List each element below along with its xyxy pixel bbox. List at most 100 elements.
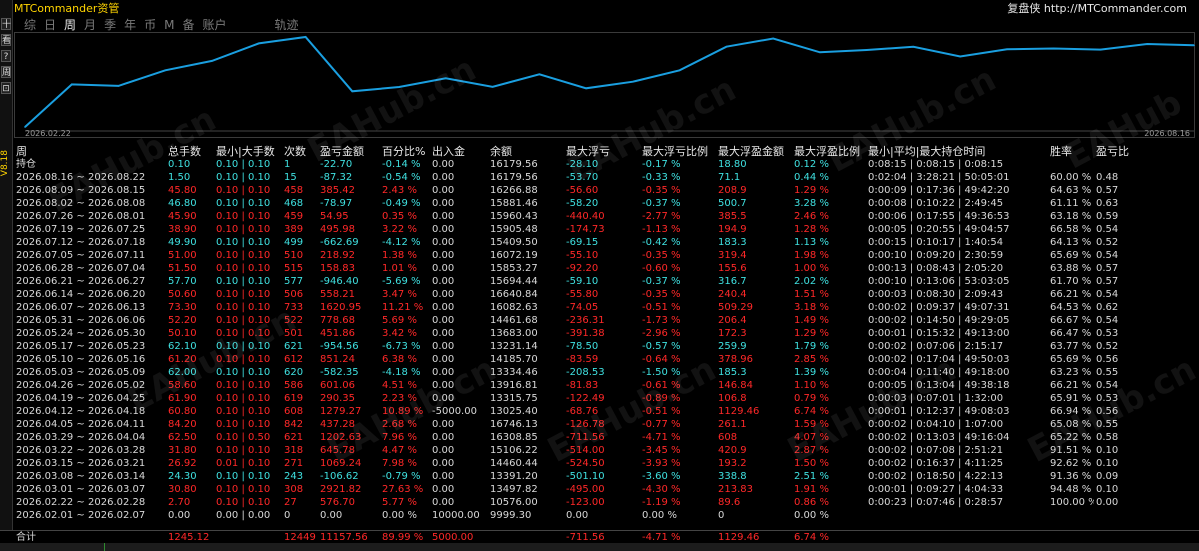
table-cell: 13683.00 [490,328,538,339]
tab-10[interactable]: 轨迹 [275,16,299,33]
table-cell: 61.20 [168,354,197,365]
table-cell: 3.18 % [794,302,829,313]
brand-link[interactable]: 复盘侠 http://MTCommander.com [1007,0,1187,16]
table-row[interactable]: 2026.08.09 ~ 2026.08.15 45.80 0.10 | 0.10 4… [14,184,1195,197]
column-header[interactable]: 周 [14,144,166,158]
crosshair-icon[interactable]: 十 [1,18,11,30]
equity-point [304,36,307,38]
column-header[interactable]: 盈亏金额 [318,144,380,158]
table-cell: 13025.40 [490,406,538,417]
table-row[interactable]: 2026.05.31 ~ 2026.06.06 52.20 0.10 | 0.10 5… [14,314,1195,327]
tab-3[interactable]: 月 [84,16,96,33]
table-cell: 500.7 [718,198,747,209]
column-header[interactable]: 总手数 [166,144,214,158]
tab-6[interactable]: 币 [144,16,156,33]
table-cell: 0.10 | 0.10 [216,354,271,365]
table-row[interactable]: 2026.08.02 ~ 2026.08.08 46.80 0.10 | 0.10 4… [14,197,1195,210]
table-cell: 0:00:05 | 0:20:55 | 49:04:57 [868,224,1010,235]
column-header[interactable]: 最大浮亏比例 [640,144,716,158]
week-icon[interactable]: 周 [1,66,11,78]
table-cell: 51.00 [168,250,197,261]
tab-0[interactable]: 综 [24,16,36,33]
table-cell: 158.83 [320,263,355,274]
table-cell: 1129.46 [718,406,760,417]
table-row[interactable]: 2026.07.12 ~ 2026.07.18 49.90 0.10 | 0.10 4… [14,236,1195,249]
table-cell: 66.47 % [1050,328,1092,339]
tab-4[interactable]: 季 [104,16,116,33]
help-icon[interactable]: ? [1,50,11,62]
table-row[interactable]: 2026.03.29 ~ 2026.04.04 62.50 0.10 | 0.50 6… [14,431,1195,444]
table-row[interactable]: 2026.03.22 ~ 2026.03.28 31.80 0.10 | 0.10 3… [14,444,1195,457]
column-header[interactable]: 最小|平均|最大持仓时间 [866,144,1036,158]
tab-5[interactable]: 年 [124,16,136,33]
column-header[interactable]: 最大浮盈金额 [716,144,792,158]
column-header[interactable]: 次数 [282,144,318,158]
total-row: 合计 1245.12 12449 11157.56 89.99 % 5000.00 -711… [0,530,1199,544]
tab-1[interactable]: 日 [44,16,56,33]
table-cell: 5.69 % [382,315,417,326]
table-row[interactable]: 持仓 0.10 0.10 | 0.10 1 -22.70 -0.14 % 0.00 16179… [14,158,1195,171]
table-cell: 183.3 [718,237,747,248]
table-row[interactable]: 2026.07.05 ~ 2026.07.11 51.00 0.10 | 0.10 5… [14,249,1195,262]
column-header[interactable]: 最大浮盈比例 [792,144,866,158]
table-row[interactable]: 2026.07.26 ~ 2026.08.01 45.90 0.10 | 0.10 4… [14,210,1195,223]
table-row[interactable]: 2026.05.17 ~ 2026.05.23 62.10 0.10 | 0.10 6… [14,340,1195,353]
tab-2[interactable]: 周 [64,16,76,33]
table-cell: 49.90 [168,237,197,248]
status-strip [0,543,1199,551]
table-row[interactable]: 2026.08.16 ~ 2026.08.22 1.50 0.10 | 0.10 15… [14,171,1195,184]
table-row[interactable]: 2026.03.01 ~ 2026.03.07 30.80 0.10 | 0.10 3… [14,483,1195,496]
column-header[interactable]: 最大浮亏 [564,144,640,158]
equity-point [398,86,400,88]
tab-9[interactable]: 账户 [202,16,226,33]
table-cell: -662.69 [320,237,359,248]
table-row[interactable]: 2026.02.22 ~ 2026.02.28 2.70 0.10 | 0.10 27… [14,496,1195,509]
table-cell [1048,509,1094,522]
table-row[interactable]: 2026.03.15 ~ 2026.03.21 26.92 0.01 | 0.10 2… [14,457,1195,470]
column-header[interactable]: 百分比% [380,144,430,158]
table-row[interactable]: 2026.06.21 ~ 2026.06.27 57.70 0.10 | 0.10 5… [14,275,1195,288]
table-row[interactable]: 2026.06.14 ~ 2026.06.20 50.60 0.10 | 0.10 5… [14,288,1195,301]
table-row[interactable]: 2026.05.03 ~ 2026.05.09 62.00 0.10 | 0.10 6… [14,366,1195,379]
table-cell: 10.89 % [382,406,424,417]
table-cell: 45.80 [168,185,197,196]
window-icon[interactable]: ⊡ [1,82,11,94]
table-row[interactable]: 2026.06.28 ~ 2026.07.04 51.50 0.10 | 0.10 5… [14,262,1195,275]
view-icon[interactable]: 看 [1,34,11,46]
table-row[interactable]: 2026.04.05 ~ 2026.04.11 84.20 0.10 | 0.10 8… [14,418,1195,431]
table-cell: 2026.05.03 ~ 2026.05.09 [16,367,146,378]
table-row[interactable]: 2026.05.24 ~ 2026.05.30 50.10 0.10 | 0.10 5… [14,327,1195,340]
table-cell: 0.00 | 0.00 [216,510,271,521]
table-cell [1036,314,1048,327]
table-row[interactable]: 2026.04.19 ~ 2026.04.25 61.90 0.10 | 0.10 6… [14,392,1195,405]
table-row[interactable]: 2026.04.26 ~ 2026.05.02 58.60 0.10 | 0.10 5… [14,379,1195,392]
table-cell: 2026.03.01 ~ 2026.03.07 [16,484,146,495]
tab-8[interactable]: 备 [182,16,194,33]
column-header[interactable]: 余额 [488,144,564,158]
column-header[interactable]: 最小|大手数 [214,144,282,158]
table-cell: -0.64 % [642,354,681,365]
tab-7[interactable]: M [164,18,174,32]
table-row[interactable]: 2026.07.19 ~ 2026.07.25 38.90 0.10 | 0.10 3… [14,223,1195,236]
table-row[interactable]: 2026.02.01 ~ 2026.02.07 0.00 0.00 | 0.00 0 0… [14,509,1195,522]
column-header[interactable]: 盈亏比 [1094,144,1195,158]
table-cell: -0.51 % [642,302,681,313]
table-cell: 645.78 [320,445,355,456]
column-header[interactable]: 出入金 [430,144,488,158]
table-cell: 0:00:02 | 0:16:37 | 4:11:25 [868,458,1004,469]
table-cell: -1.13 % [642,224,681,235]
column-header[interactable] [1036,144,1048,158]
table-cell: -0.17 % [642,159,681,170]
table-cell: 0.00 [432,315,455,326]
table-cell: 0.00 [432,458,455,469]
period-tabs: 综日周月季年币 M 备账户 轨迹 [24,16,307,32]
table-cell: 2026.07.12 ~ 2026.07.18 [16,237,146,248]
table-row[interactable]: 2026.04.12 ~ 2026.04.18 60.80 0.10 | 0.10 6… [14,405,1195,418]
table-cell: 1.10 % [794,380,829,391]
table-row[interactable]: 2026.03.08 ~ 2026.03.14 24.30 0.10 | 0.10 2… [14,470,1195,483]
table-cell: 0.10 | 0.10 [216,380,271,391]
column-header[interactable]: 胜率 [1048,144,1094,158]
table-row[interactable]: 2026.06.07 ~ 2026.06.13 73.30 0.10 | 0.10 7… [14,301,1195,314]
table-cell: 0:00:02 | 0:04:10 | 1:07:00 [868,419,1004,430]
table-row[interactable]: 2026.05.10 ~ 2026.05.16 61.20 0.10 | 0.10 6… [14,353,1195,366]
